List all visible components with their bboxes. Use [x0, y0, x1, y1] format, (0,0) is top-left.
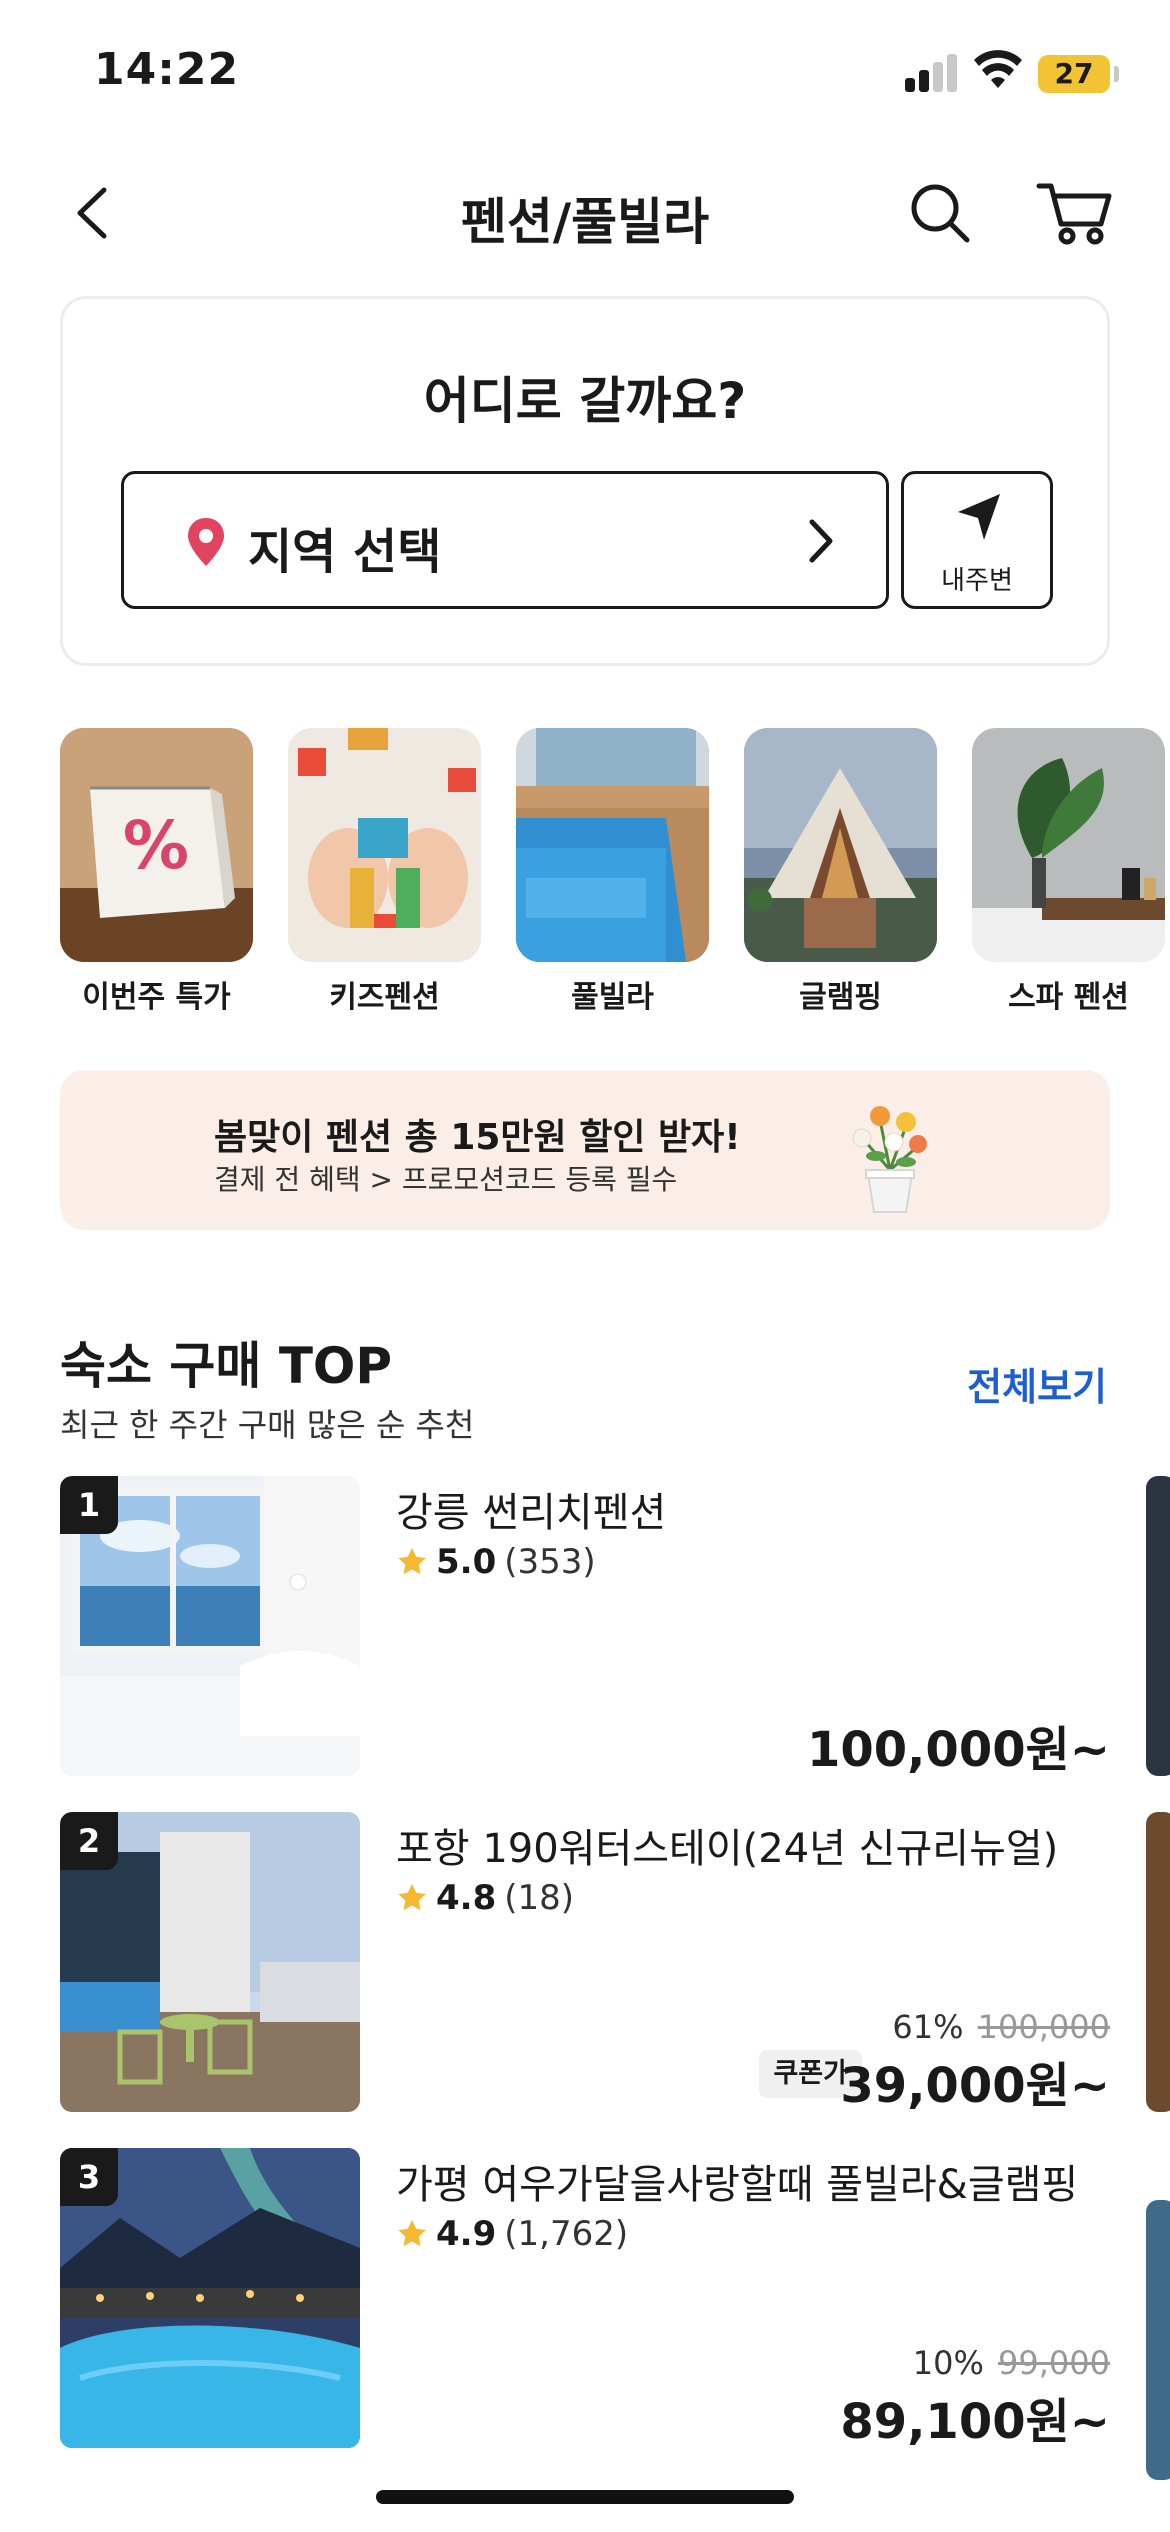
discount-rate: 10%	[912, 2344, 984, 2382]
item-rating: 4.9 (1,762)	[396, 2214, 628, 2254]
section-subtitle: 최근 한 주간 구매 많은 순 추천	[60, 1406, 475, 1444]
night-pool-aurora-image: 3	[60, 2148, 360, 2448]
calendar-percent-icon: %	[60, 728, 253, 962]
list-item[interactable]: 3 가평 여우가달을사랑할때 풀빌라&글램핑 4.9 (1,762) 10% 9…	[60, 2148, 1110, 2450]
toy-blocks-icon	[288, 728, 481, 962]
item-rating: 5.0 (353)	[396, 1542, 596, 1582]
category-glamping[interactable]: 글램핑	[744, 728, 937, 1016]
rating-score: 4.8	[436, 1878, 497, 1918]
view-all-link[interactable]: 전체보기	[967, 1356, 1107, 1411]
item-name: 포항 190워터스테이(24년 신규리뉴얼)	[396, 1826, 1059, 1872]
rating-count: (18)	[504, 1878, 575, 1918]
spa-bath-icon	[972, 728, 1165, 962]
item-rating: 4.8 (18)	[396, 1878, 574, 1918]
category-label: 이번주 특가	[82, 980, 231, 1015]
next-card-peek	[1146, 1476, 1170, 1776]
tent-icon	[744, 728, 937, 962]
battery-tip	[1114, 66, 1119, 82]
banner-title: 봄맞이 펜션 총 15만원 할인 받자!	[214, 1117, 741, 1158]
location-card-title: 어디로 갈까요?	[423, 372, 747, 430]
category-spa-pension[interactable]: 스파 펜션	[972, 728, 1165, 1016]
item-name: 강릉 썬리치펜션	[396, 1490, 667, 1536]
svg-text:%: %	[123, 807, 189, 884]
room-ocean-view-image: 1	[60, 1476, 360, 1776]
chevron-right-icon	[809, 519, 833, 563]
discount-rate: 61%	[892, 2008, 964, 2046]
battery-icon: 27	[1038, 55, 1110, 93]
category-label: 스파 펜션	[1008, 980, 1129, 1015]
item-price: 100,000원~	[806, 1722, 1110, 1778]
nearby-button[interactable]: 내주변	[901, 471, 1053, 609]
header: 펜션/풀빌라	[0, 160, 1170, 270]
next-card-peek	[1146, 2200, 1170, 2480]
item-name: 가평 여우가달을사랑할때 풀빌라&글램핑	[396, 2162, 1079, 2208]
category-label: 풀빌라	[571, 980, 654, 1015]
wifi-icon	[974, 50, 1022, 88]
rating-count: (1,762)	[504, 2214, 629, 2254]
star-icon	[398, 1548, 426, 1575]
page-title: 펜션/풀빌라	[460, 193, 710, 251]
rating-score: 5.0	[436, 1542, 497, 1582]
status-bar: 14:22 27	[0, 0, 1170, 150]
status-time: 14:22	[94, 44, 240, 95]
list-item[interactable]: 2 포항 190워터스테이(24년 신규리뉴얼) 4.8 (18) 61% 10…	[60, 1812, 1110, 2114]
list-item[interactable]: 1 강릉 썬리치펜션 5.0 (353) 100,000원~	[60, 1476, 1110, 1778]
strikethrough-price: 99,000	[998, 2344, 1110, 2382]
category-label: 글램핑	[799, 980, 882, 1015]
star-icon	[398, 2220, 426, 2247]
flower-pot-icon	[852, 1106, 927, 1213]
banner-subtitle: 결제 전 혜택 > 프로모션코드 등록 필수	[214, 1163, 678, 1196]
strikethrough-price: 100,000	[977, 2008, 1110, 2046]
category-kids-pension[interactable]: 키즈펜션	[288, 728, 481, 1016]
promo-banner[interactable]: 봄맞이 펜션 총 15만원 할인 받자! 결제 전 혜택 > 프로모션코드 등록…	[60, 1070, 1110, 1230]
terrace-pool-image: 2	[60, 1812, 360, 2112]
category-weekly-deal[interactable]: % 이번주 특가	[60, 728, 253, 1016]
nearby-label: 내주변	[941, 566, 1013, 596]
rank-badge: 1	[60, 1476, 118, 1534]
search-icon[interactable]	[905, 178, 975, 248]
rank-badge: 2	[60, 1812, 118, 1870]
pool-icon	[516, 728, 709, 962]
cart-icon[interactable]	[1035, 178, 1115, 248]
region-select-button[interactable]: 지역 선택	[121, 471, 889, 609]
rating-score: 4.9	[436, 2214, 497, 2254]
category-label: 키즈펜션	[329, 980, 440, 1015]
next-card-peek	[1146, 1812, 1170, 2112]
item-price: 89,100원~	[840, 2394, 1110, 2450]
navigation-arrow-icon	[958, 494, 1000, 540]
original-price: 61% 100,000	[892, 2008, 1110, 2046]
rank-badge: 3	[60, 2148, 118, 2206]
item-price: 39,000원~	[840, 2058, 1110, 2114]
original-price: 10% 99,000	[913, 2344, 1110, 2382]
location-pin-icon	[188, 518, 224, 566]
home-indicator[interactable]	[376, 2490, 794, 2504]
star-icon	[398, 1884, 426, 1911]
location-card: 어디로 갈까요? 지역 선택 내주변	[60, 296, 1110, 666]
region-select-label: 지역 선택	[248, 524, 442, 580]
section-title: 숙소 구매 TOP	[60, 1337, 393, 1395]
category-carousel[interactable]: % 이번주 특가 키즈펜션 풀빌라 글램핑 스파 펜션	[60, 728, 1170, 1018]
cellular-signal-icon	[905, 52, 957, 92]
rating-count: (353)	[504, 1542, 596, 1582]
category-pool-villa[interactable]: 풀빌라	[516, 728, 709, 1016]
